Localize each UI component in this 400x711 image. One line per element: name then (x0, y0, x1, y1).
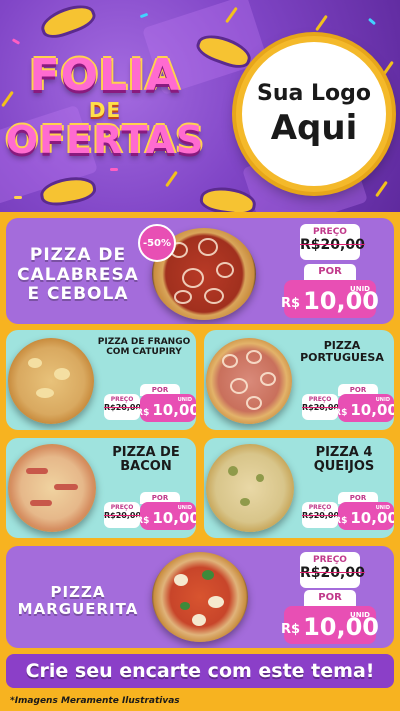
new-price-value: 10,00 (350, 401, 394, 419)
old-price-value: R$20,00 (302, 511, 340, 520)
pizza-image (206, 444, 294, 532)
old-price-box: PREÇO R$20,00 (300, 552, 365, 588)
streamer (315, 14, 328, 32)
old-price-label: PREÇO (110, 504, 134, 511)
new-price-box: R$ 10,00 UNID (136, 502, 196, 530)
old-price-value: R$20,00 (300, 237, 365, 253)
old-price-value: R$20,00 (104, 403, 142, 412)
old-price-label: PREÇO (308, 504, 332, 511)
new-price-box: R$ 10,00 UNID (136, 394, 196, 422)
brand-line-1: Sua Logo (256, 80, 371, 106)
unit-label: UNID (350, 285, 370, 293)
pizza-image (8, 444, 96, 532)
por-label: POR (304, 264, 356, 280)
logo-word-ofertas: OFERTAS (5, 118, 205, 162)
product-title: PIZZA MARGUERITA (17, 583, 139, 619)
confetti (14, 196, 22, 199)
pizza-image (152, 552, 248, 642)
old-price-label: PREÇO (308, 396, 332, 403)
brand-line-2: Aqui (270, 107, 358, 148)
unit-label: UNID (177, 397, 192, 403)
old-price-box: PREÇO R$20,00 (302, 394, 340, 420)
old-price-label: PREÇO (313, 555, 347, 565)
product-card-portuguesa: PIZZA PORTUGUESA POR PREÇO R$20,00 R$ 10… (204, 330, 394, 430)
new-price-box: R$ 10,00 UNID (281, 606, 379, 644)
cta-banner: Crie seu encarte com este tema! (4, 652, 396, 690)
new-price-box: R$ 10,00 UNID (334, 502, 394, 530)
unit-label: UNID (177, 505, 192, 511)
new-price-value: 10,00 (152, 401, 196, 419)
currency-symbol: R$ (281, 296, 301, 311)
streamer (381, 60, 394, 78)
disclaimer-text: *Imagens Meramente Ilustrativas (0, 692, 400, 711)
product-card-marguerita: PIZZA MARGUERITA PREÇO R$20,00 POR R$ 10… (6, 546, 394, 648)
product-card-bacon: PIZZA DE BACON POR PREÇO R$20,00 R$ 10,0… (6, 438, 196, 538)
currency-symbol: R$ (334, 516, 348, 526)
product-title: PIZZA PORTUGUESA (300, 339, 384, 365)
new-price-box: R$ 10,00 UNID (334, 394, 394, 422)
old-price-value: R$20,00 (300, 565, 365, 581)
streamer (375, 180, 388, 198)
new-price-box: R$ 10,00 UNID (281, 280, 379, 318)
old-price-value: R$20,00 (302, 403, 340, 412)
currency-symbol: R$ (136, 516, 150, 526)
old-price-box: PREÇO R$20,00 (104, 502, 142, 528)
confetti (139, 12, 149, 19)
product-title: PIZZA DE BACON (112, 445, 180, 475)
pizza-image (8, 338, 94, 424)
old-price-box: PREÇO R$20,00 (302, 502, 340, 528)
pizza-image (206, 338, 292, 424)
new-price-value: 10,00 (152, 509, 196, 527)
confetti (367, 17, 377, 26)
product-title: PIZZA DE CALABRESA E CEBOLA (17, 245, 139, 305)
product-card-frango: PIZZA DE FRANGO COM CATUPIRY POR PREÇO R… (6, 330, 196, 430)
campaign-logo: FOLIA DE OFERTAS (0, 20, 210, 190)
product-title: PIZZA DE FRANGO COM CATUPIRY (97, 337, 191, 357)
new-price-value: 10,00 (350, 509, 394, 527)
flyer: FOLIA DE OFERTAS Sua Logo Aqui PIZZA DE … (0, 0, 400, 711)
unit-label: UNID (375, 505, 390, 511)
header-banner: FOLIA DE OFERTAS Sua Logo Aqui (0, 0, 400, 212)
product-card-4-queijos: PIZZA 4 QUEIJOS POR PREÇO R$20,00 R$ 10,… (204, 438, 394, 538)
brand-logo-placeholder: Sua Logo Aqui (236, 36, 392, 192)
discount-badge: -50% (138, 224, 176, 262)
unit-label: UNID (375, 397, 390, 403)
old-price-label: PREÇO (110, 396, 134, 403)
currency-symbol: R$ (136, 408, 150, 418)
por-label: POR (304, 590, 356, 606)
product-card-calabresa: PIZZA DE CALABRESA E CEBOLA -50% PREÇO R… (6, 218, 394, 324)
currency-symbol: R$ (281, 622, 301, 637)
old-price-box: PREÇO R$20,00 (104, 394, 142, 420)
old-price-value: R$20,00 (104, 511, 142, 520)
old-price-box: PREÇO R$20,00 (300, 224, 365, 260)
currency-symbol: R$ (334, 408, 348, 418)
old-price-label: PREÇO (313, 227, 347, 237)
product-title: PIZZA 4 QUEIJOS (313, 445, 375, 475)
unit-label: UNID (350, 611, 370, 619)
logo-word-folia: FOLIA (29, 50, 181, 101)
